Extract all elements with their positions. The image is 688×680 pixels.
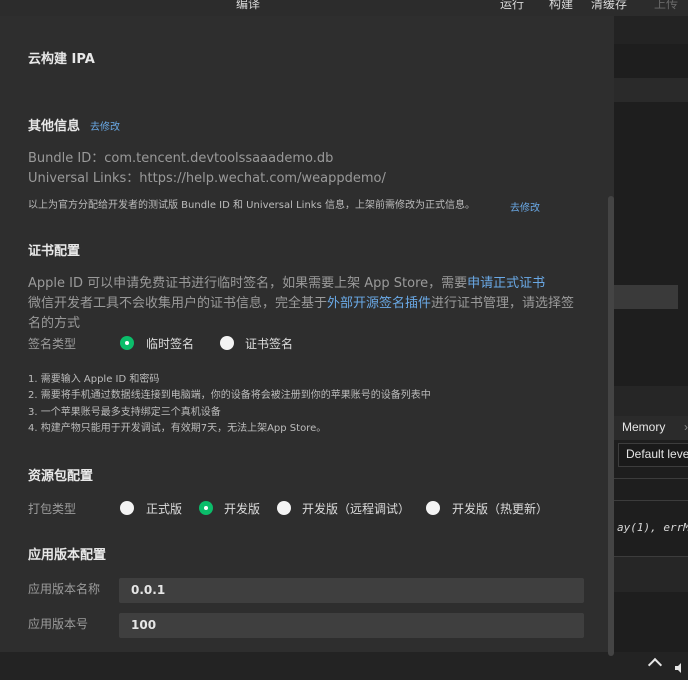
- run-button[interactable]: 运行: [500, 0, 524, 12]
- chevron-up-icon[interactable]: [647, 657, 663, 673]
- edit-info-link[interactable]: 去修改: [90, 118, 120, 133]
- cert-desc-line2: 微信开发者工具不会收集用户的证书信息，完全基于外部开源签名插件进行证书管理，请选…: [28, 294, 574, 314]
- console-row: [614, 556, 688, 592]
- cert-desc-text: 进行证书管理，请选择签: [431, 296, 575, 311]
- dev-remote-debug-label[interactable]: 开发版（远程调试）: [302, 500, 410, 517]
- cloud-build-dialog: 云构建 IPA 其他信息 去修改 Bundle ID：com.tencent.d…: [0, 16, 614, 656]
- tab-memory[interactable]: Memory ›: [614, 416, 688, 440]
- divider: [614, 478, 688, 479]
- panel-field: [614, 285, 678, 309]
- panel-header: [614, 16, 688, 44]
- dialog-scrollbar[interactable]: [608, 196, 614, 656]
- upload-button[interactable]: 上传: [654, 0, 678, 12]
- pack-type-label: 打包类型: [28, 502, 77, 516]
- version-heading: 应用版本配置: [28, 548, 107, 563]
- more-tabs-icon[interactable]: ›: [684, 420, 688, 434]
- build-button[interactable]: 构建: [549, 0, 573, 12]
- panel-divider: [614, 386, 688, 416]
- cert-note-1: 1. 需要输入 Apple ID 和密码: [28, 374, 160, 385]
- sign-plugin-link[interactable]: 外部开源签名插件: [327, 296, 431, 311]
- console-code: ay(1), errMs: [617, 521, 688, 534]
- dev-hot-update-radio[interactable]: [426, 501, 440, 515]
- version-code-input[interactable]: 100: [119, 613, 584, 638]
- version-name-input[interactable]: 0.0.1: [119, 578, 584, 603]
- dev-remote-debug-radio[interactable]: [277, 501, 291, 515]
- log-level-value: Default levels: [626, 447, 688, 461]
- compile-button[interactable]: 编译: [236, 0, 260, 12]
- apply-cert-link[interactable]: 申请正式证书: [467, 276, 545, 291]
- cert-sign-label[interactable]: 证书签名: [245, 335, 293, 352]
- dialog-title: 云构建 IPA: [28, 52, 95, 67]
- cert-note-4: 4. 构建产物只能用于开发调试，有效期7天，无法上架App Store。: [28, 423, 327, 434]
- cert-heading: 证书配置: [28, 244, 81, 259]
- cert-note-3: 3. 一个苹果账号最多支持绑定三个真机设备: [28, 407, 221, 418]
- divider: [614, 556, 688, 557]
- cert-desc-line1: Apple ID 可以申请免费证书进行临时签名，如果需要上架 App Store…: [28, 274, 545, 294]
- version-code-label: 应用版本号: [28, 617, 89, 631]
- bundle-id-text: Bundle ID：com.tencent.devtoolssaaademo.d…: [28, 151, 334, 166]
- status-bar: [0, 652, 688, 680]
- dev-label[interactable]: 开发版: [224, 500, 260, 517]
- info-note: 以上为官方分配给开发者的测试版 Bundle ID 和 Universal Li…: [28, 200, 475, 211]
- cert-sign-radio[interactable]: [220, 336, 234, 350]
- resource-heading: 资源包配置: [28, 469, 94, 484]
- release-radio[interactable]: [120, 501, 134, 515]
- dev-radio[interactable]: [199, 501, 213, 515]
- temp-sign-label[interactable]: 临时签名: [146, 335, 194, 352]
- divider: [614, 500, 688, 501]
- version-name-label: 应用版本名称: [28, 582, 101, 596]
- top-toolbar: 编译 运行 构建 清缓存 上传: [0, 0, 688, 16]
- other-info-heading: 其他信息: [28, 119, 81, 134]
- panel-toolbar: [614, 78, 688, 102]
- clear-cache-button[interactable]: 清缓存: [591, 0, 627, 12]
- cert-desc-text: Apple ID 可以申请免费证书进行临时签名，如果需要上架 App Store…: [28, 276, 468, 291]
- temp-sign-radio[interactable]: [120, 336, 134, 350]
- version-name-value: 0.0.1: [131, 583, 166, 597]
- log-level-dropdown[interactable]: Default levels: [618, 443, 688, 467]
- release-label[interactable]: 正式版: [146, 500, 182, 517]
- cert-desc-text: 微信开发者工具不会收集用户的证书信息，完全基于: [28, 296, 328, 311]
- tab-memory-label: Memory: [622, 420, 666, 434]
- sign-type-label: 签名类型: [28, 337, 77, 351]
- universal-links-text: Universal Links：https://help.wechat.com/…: [28, 171, 386, 186]
- dev-hot-update-label[interactable]: 开发版（热更新）: [452, 500, 548, 517]
- cert-note-2: 2. 需要将手机通过数据线连接到电脑端，你的设备将会被注册到你的苹果账号的设备列…: [28, 390, 431, 401]
- speaker-icon[interactable]: [675, 663, 685, 673]
- cert-desc-line3: 名的方式: [28, 316, 81, 331]
- version-code-value: 100: [131, 618, 157, 632]
- edit-note-link[interactable]: 去修改: [510, 199, 540, 214]
